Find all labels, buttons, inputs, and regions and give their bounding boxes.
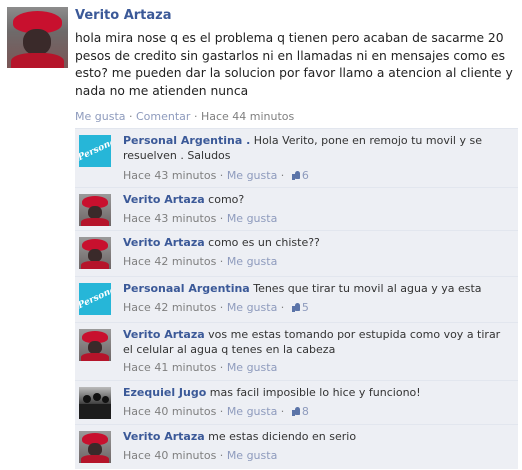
comment-meta: Hace 41 minutos · Me gusta xyxy=(123,361,278,374)
comment-meta: Hace 42 minutos · Me gusta · 5 xyxy=(123,301,309,314)
comment-meta: Hace 42 minutos · Me gusta xyxy=(123,255,278,268)
personal-logo-icon: Personal xyxy=(79,283,111,312)
comment-timestamp[interactable]: Hace 43 minutos xyxy=(123,212,216,225)
comment-meta: Hace 40 minutos · Me gusta xyxy=(123,449,278,462)
like-count[interactable]: 5 xyxy=(302,301,309,314)
comment-body: Personal Argentina . Hola Verito, pone e… xyxy=(123,133,513,163)
comment-author[interactable]: Ezequiel Jugo xyxy=(123,386,206,399)
comment-meta: Hace 43 minutos · Me gusta xyxy=(123,212,278,225)
comment-meta: Hace 43 minutos · Me gusta · 6 xyxy=(123,169,309,182)
comment-author[interactable]: Verito Artaza xyxy=(123,236,205,249)
commenter-avatar[interactable] xyxy=(79,237,111,269)
comment-like-link[interactable]: Me gusta xyxy=(227,449,278,462)
post-author-name[interactable]: Verito Artaza xyxy=(75,8,172,23)
comment-item: Personal Personaal Argentina Tenes que t… xyxy=(75,276,518,323)
commenter-avatar[interactable] xyxy=(79,194,111,226)
comment-timestamp[interactable]: Hace 40 minutos xyxy=(123,405,216,418)
post-author-avatar[interactable] xyxy=(7,7,68,68)
comment-like-link[interactable]: Me gusta xyxy=(227,212,278,225)
comment-text: como es un chiste?? xyxy=(204,236,320,249)
comment-item: Verito Artaza como es un chiste?? Hace 4… xyxy=(75,230,518,277)
comment-author[interactable]: Personal Argentina . xyxy=(123,134,250,147)
comment-text: me estas diciendo en serio xyxy=(204,430,357,443)
comment-item: Verito Artaza como? Hace 43 minutos · Me… xyxy=(75,187,518,231)
comment-author[interactable]: Verito Artaza xyxy=(123,430,205,443)
comments-section: Personal Personal Argentina . Hola Verit… xyxy=(75,128,518,469)
comment-body: Ezequiel Jugo mas facil imposible lo hic… xyxy=(123,385,513,400)
comment-author[interactable]: Verito Artaza xyxy=(123,328,205,341)
comment-item: Personal Personal Argentina . Hola Verit… xyxy=(75,128,518,188)
comment-timestamp[interactable]: Hace 42 minutos xyxy=(123,255,216,268)
comment-text: Tenes que tirar tu movil al agua y ya es… xyxy=(249,282,482,295)
comment-timestamp[interactable]: Hace 42 minutos xyxy=(123,301,216,314)
comment-author[interactable]: Verito Artaza xyxy=(123,193,205,206)
thumbs-up-icon xyxy=(291,406,301,416)
main-post: Verito Artaza hola mira nose q es el pro… xyxy=(0,0,522,128)
comment-item: Verito Artaza me estas diciendo en serio… xyxy=(75,424,518,470)
comment-meta: Hace 40 minutos · Me gusta · 8 xyxy=(123,405,309,418)
comment-timestamp[interactable]: Hace 40 minutos xyxy=(123,449,216,462)
commenter-avatar[interactable] xyxy=(79,329,111,361)
post-text: hola mira nose q es el problema q tienen… xyxy=(75,31,513,98)
thumbs-up-icon xyxy=(291,302,301,312)
commenter-avatar[interactable] xyxy=(79,387,111,419)
comment-like-link[interactable]: Me gusta xyxy=(227,169,278,182)
comment-body: Verito Artaza vos me estas tomando por e… xyxy=(123,327,513,357)
post-comment-link[interactable]: Comentar xyxy=(136,110,190,123)
like-count[interactable]: 6 xyxy=(302,169,309,182)
post-timestamp[interactable]: Hace 44 minutos xyxy=(201,110,294,123)
comment-text: como? xyxy=(204,193,245,206)
comment-text: mas facil imposible lo hice y funciono! xyxy=(206,386,421,399)
like-count[interactable]: 8 xyxy=(302,405,309,418)
post-like-link[interactable]: Me gusta xyxy=(75,110,126,123)
comment-like-link[interactable]: Me gusta xyxy=(227,361,278,374)
post-meta: Me gusta · Comentar · Hace 44 minutos xyxy=(75,110,295,123)
comment-body: Personaal Argentina Tenes que tirar tu m… xyxy=(123,281,513,296)
commenter-avatar[interactable]: Personal xyxy=(79,135,111,167)
comment-author[interactable]: Personaal Argentina xyxy=(123,282,250,295)
personal-logo-icon: Personal xyxy=(79,135,111,164)
comment-body: Verito Artaza me estas diciendo en serio xyxy=(123,429,513,444)
comment-timestamp[interactable]: Hace 43 minutos xyxy=(123,169,216,182)
comment-like-link[interactable]: Me gusta xyxy=(227,255,278,268)
commenter-avatar[interactable] xyxy=(79,431,111,463)
comment-body: Verito Artaza como? xyxy=(123,192,513,207)
thumbs-up-icon xyxy=(291,170,301,180)
comment-item: Verito Artaza vos me estas tomando por e… xyxy=(75,322,518,381)
comment-timestamp[interactable]: Hace 41 minutos xyxy=(123,361,216,374)
comment-like-link[interactable]: Me gusta xyxy=(227,405,278,418)
comment-like-link[interactable]: Me gusta xyxy=(227,301,278,314)
comment-item: Ezequiel Jugo mas facil imposible lo hic… xyxy=(75,380,518,425)
commenter-avatar[interactable]: Personal xyxy=(79,283,111,315)
comment-body: Verito Artaza como es un chiste?? xyxy=(123,235,513,250)
